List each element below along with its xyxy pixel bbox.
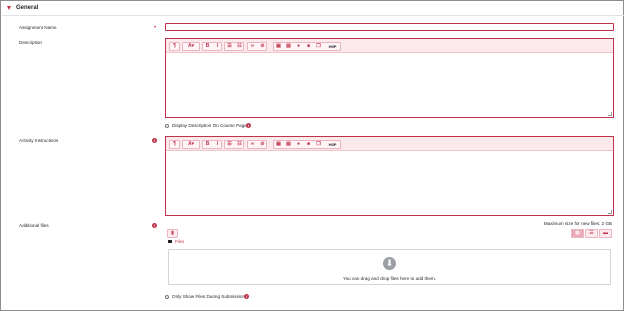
help-icon[interactable]: ! — [246, 123, 251, 128]
list-view-icon: ☰ — [589, 230, 594, 236]
add-file-button[interactable]: ▮ — [167, 229, 178, 238]
unordered-list-icon[interactable]: ☰ — [225, 43, 234, 50]
record-audio-icon[interactable]: ● — [294, 141, 303, 148]
folder-view-icon: ▬ — [603, 230, 608, 236]
activity-instructions-editor[interactable]: ¶ A▾ B I ☰ ☷ ∞ ⊘ ▣ ▤ ● ■ ❐ H5P — [165, 136, 614, 216]
image-icon[interactable]: ▣ — [274, 43, 283, 50]
required-icon: • — [153, 25, 157, 31]
only-show-files-checkbox[interactable] — [165, 295, 169, 299]
editor-toolbar: ¶ A▾ B I ☰ ☷ ∞ ⊘ ▣ ▤ ● ■ ❐ H5P — [166, 137, 613, 151]
unlink-icon[interactable]: ⊘ — [258, 141, 267, 148]
files-breadcrumb-link[interactable]: Files — [175, 239, 184, 244]
tree-view-button[interactable]: ▬ — [599, 229, 612, 238]
description-label: Description — [19, 40, 42, 45]
font-color-icon[interactable]: A▾ — [183, 43, 199, 50]
add-file-icon: ▮ — [171, 230, 174, 236]
grid-view-icon: ▦ — [575, 230, 580, 236]
paragraph-style-icon[interactable]: ¶ — [170, 43, 179, 50]
manage-files-icon[interactable]: ❐ — [314, 141, 323, 148]
activity-instructions-label: Activity Instructions — [19, 138, 59, 143]
display-description-label: Display Description On Course Page — [172, 123, 247, 128]
assignment-name-input[interactable] — [165, 23, 614, 31]
media-icon[interactable]: ▤ — [284, 43, 293, 50]
max-file-size-text: Maximum size for new files: 2 GB — [543, 221, 612, 226]
folder-icon — [168, 240, 172, 243]
help-icon[interactable]: ! — [244, 294, 249, 299]
general-section-header[interactable]: General — [2, 2, 624, 16]
help-icon[interactable]: ! — [152, 223, 157, 228]
form-frame: General Assignment Name • Description ¶ … — [0, 0, 624, 311]
record-video-icon[interactable]: ■ — [304, 141, 313, 148]
unlink-icon[interactable]: ⊘ — [258, 43, 267, 50]
download-arrow-icon: ⬇ — [383, 257, 396, 270]
editor-toolbar: ¶ A▾ B I ☰ ☷ ∞ ⊘ ▣ ▤ ● ■ ❐ H5P — [166, 39, 613, 53]
file-dropzone[interactable]: ⬇ You can drag and drop files here to ad… — [168, 249, 611, 285]
additional-files-label: Additional files — [19, 223, 49, 228]
link-icon[interactable]: ∞ — [248, 43, 257, 50]
italic-icon[interactable]: I — [213, 43, 222, 50]
collapse-triangle-icon[interactable] — [7, 6, 11, 10]
record-audio-icon[interactable]: ● — [294, 43, 303, 50]
icon-view-button[interactable]: ▦ — [571, 229, 584, 238]
dropzone-text: You can drag and drop files here to add … — [342, 276, 437, 281]
resize-grip-icon[interactable] — [608, 112, 612, 116]
ordered-list-icon[interactable]: ☷ — [235, 43, 244, 50]
display-description-checkbox[interactable] — [165, 124, 169, 128]
description-text-area[interactable] — [166, 53, 613, 117]
manage-files-icon[interactable]: ❐ — [314, 43, 323, 50]
only-show-files-label: Only Show Files During Submission — [172, 294, 246, 299]
record-video-icon[interactable]: ■ — [304, 43, 313, 50]
description-editor[interactable]: ¶ A▾ B I ☰ ☷ ∞ ⊘ ▣ ▤ ● ■ ❐ H5P — [165, 38, 614, 118]
resize-grip-icon[interactable] — [608, 210, 612, 214]
h5p-icon[interactable]: H5P — [325, 43, 340, 50]
assignment-name-label: Assignment Name — [19, 25, 57, 30]
section-title: General — [16, 5, 39, 11]
paragraph-style-icon[interactable]: ¶ — [170, 141, 179, 148]
font-color-icon[interactable]: A▾ — [183, 141, 199, 148]
help-icon[interactable]: ! — [152, 138, 157, 143]
image-icon[interactable]: ▣ — [274, 141, 283, 148]
list-view-button[interactable]: ☰ — [585, 229, 598, 238]
unordered-list-icon[interactable]: ☰ — [225, 141, 234, 148]
activity-instructions-text-area[interactable] — [166, 151, 613, 215]
italic-icon[interactable]: I — [213, 141, 222, 148]
h5p-icon[interactable]: H5P — [325, 141, 340, 148]
link-icon[interactable]: ∞ — [248, 141, 257, 148]
ordered-list-icon[interactable]: ☷ — [235, 141, 244, 148]
bold-icon[interactable]: B — [203, 141, 212, 148]
media-icon[interactable]: ▤ — [284, 141, 293, 148]
bold-icon[interactable]: B — [203, 43, 212, 50]
